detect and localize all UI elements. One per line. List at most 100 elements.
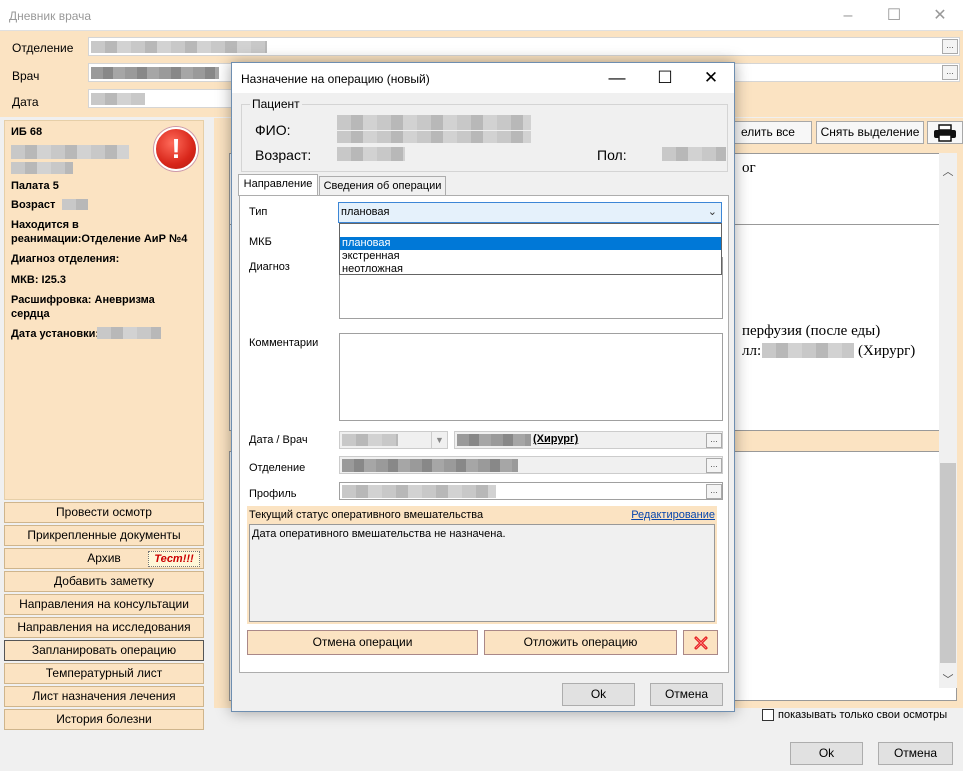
location: Находится в реанимации:Отделение АиР №4 <box>11 219 188 245</box>
scroll-up-icon[interactable]: ︿ <box>939 163 957 179</box>
alert-icon: ! <box>154 127 198 171</box>
surgery-referral-dialog: Назначение на операцию (новый) — ☐ ✕ Пац… <box>231 62 735 712</box>
cancel-operation-button[interactable]: Отмена операции <box>247 630 478 655</box>
delete-icon <box>694 636 707 650</box>
minimize-button[interactable]: – <box>825 0 871 31</box>
redacted-date <box>342 434 398 446</box>
redacted-date <box>97 327 161 339</box>
left-button-5[interactable]: Направления на исследования <box>4 617 204 638</box>
redacted-fio <box>337 131 531 143</box>
scroll-thumb[interactable] <box>940 463 956 663</box>
vertical-scrollbar[interactable]: ︿ ﹀ <box>939 153 957 688</box>
redacted-text <box>762 343 854 358</box>
redacted-doctor <box>457 434 531 446</box>
redacted-name <box>11 145 129 159</box>
type-option-emergency[interactable]: экстренная <box>340 250 721 263</box>
fio-label: ФИО: <box>255 122 291 138</box>
dialog-title-bar: Назначение на операцию (новый) — ☐ ✕ <box>232 63 734 93</box>
left-button-3[interactable]: Добавить заметку <box>4 571 204 592</box>
surgeon-tag: (Хирург) <box>533 433 579 445</box>
delete-button[interactable] <box>683 630 718 655</box>
department-label: Отделение <box>249 462 306 474</box>
age-label: Возраст: <box>255 147 312 163</box>
left-button-9[interactable]: История болезни <box>4 709 204 730</box>
title-bar: Дневник врача – ☐ ✕ <box>0 0 963 31</box>
redacted-text <box>91 93 145 105</box>
redacted-text <box>91 41 267 53</box>
scroll-down-icon[interactable]: ﹀ <box>939 671 957 687</box>
patient-group-label: Пациент <box>250 97 302 111</box>
ib-number: ИБ 68 <box>11 126 43 138</box>
comments-label: Комментарии <box>249 337 319 349</box>
ellipsis-icon[interactable]: ... <box>706 484 722 499</box>
dialog-ok-button[interactable]: Ok <box>562 683 635 706</box>
redacted-age <box>62 199 88 210</box>
left-button-1[interactable]: Прикрепленные документы <box>4 525 204 546</box>
redacted-sex <box>662 147 726 161</box>
type-select[interactable]: плановая ⌄ <box>338 202 722 223</box>
mkb-label: МКБ <box>249 236 272 248</box>
redacted-profile <box>342 485 496 498</box>
panel-text: лл: <box>742 343 762 359</box>
print-button[interactable] <box>927 121 963 144</box>
department-field[interactable]: ... <box>88 37 960 56</box>
date-label: Дата <box>12 95 39 109</box>
panel-text: (Хирург) <box>858 343 916 359</box>
redacted-age <box>337 147 405 161</box>
panel-text: ог <box>742 160 756 176</box>
cancel-button[interactable]: Отмена <box>878 742 953 765</box>
ellipsis-icon[interactable]: ... <box>706 458 722 473</box>
panel-text: перфузия (после еды) <box>742 323 881 339</box>
left-button-6[interactable]: Запланировать операцию <box>4 640 204 661</box>
chevron-down-icon[interactable]: ⌄ <box>708 205 717 218</box>
dialog-maximize-button[interactable]: ☐ <box>642 63 688 93</box>
ok-button[interactable]: Ok <box>790 742 863 765</box>
ellipsis-icon[interactable]: ... <box>942 39 958 54</box>
date-doctor-label: Дата / Врач <box>249 434 308 446</box>
type-select-value: плановая <box>341 206 390 218</box>
install-date-label: Дата установки: <box>11 328 100 340</box>
department-label: Отделение <box>12 41 74 55</box>
decoding: Расшифровка: Аневризма сердца <box>11 294 155 320</box>
left-button-7[interactable]: Температурный лист <box>4 663 204 684</box>
type-option-planned[interactable]: плановая <box>340 237 721 250</box>
redacted-name <box>11 162 73 174</box>
type-label: Тип <box>249 206 268 218</box>
left-button-4[interactable]: Направления на консультации <box>4 594 204 615</box>
edit-link[interactable]: Редактирование <box>631 509 715 521</box>
deselect-button[interactable]: Снять выделение <box>816 121 924 144</box>
ward: Палата 5 <box>11 180 59 192</box>
doctor-input[interactable]: (Хирург) ... <box>454 431 723 449</box>
department-input[interactable]: ... <box>339 456 723 474</box>
chevron-down-icon[interactable]: ▼ <box>431 432 447 448</box>
maximize-button[interactable]: ☐ <box>871 0 917 31</box>
comments-input[interactable] <box>339 333 723 421</box>
date-input[interactable]: ▼ <box>339 431 448 449</box>
age-label: Возраст <box>11 199 56 211</box>
tab-direction[interactable]: Направление <box>238 174 318 196</box>
profile-input[interactable]: ... <box>339 482 723 500</box>
postpone-operation-button[interactable]: Отложить операцию <box>484 630 677 655</box>
dialog-minimize-button[interactable]: — <box>594 63 640 93</box>
patient-group: Пациент ФИО: Возраст: Пол: <box>241 97 728 172</box>
select-all-button[interactable]: елить все <box>724 121 812 144</box>
left-button-8[interactable]: Лист назначения лечения <box>4 686 204 707</box>
diagnosis-label: Диагноз <box>249 261 290 273</box>
redacted-department <box>342 459 518 472</box>
window-title: Дневник врача <box>9 9 92 23</box>
only-my-exams-checkbox[interactable] <box>762 709 774 721</box>
dialog-title: Назначение на операцию (новый) <box>241 72 430 86</box>
dialog-close-button[interactable]: ✕ <box>688 63 734 93</box>
date-field[interactable] <box>88 89 233 108</box>
left-button-0[interactable]: Провести осмотр <box>4 502 204 523</box>
tab-operation-info[interactable]: Сведения об операции <box>319 176 446 196</box>
ellipsis-icon[interactable]: ... <box>706 433 722 448</box>
dialog-cancel-button[interactable]: Отмена <box>650 683 723 706</box>
type-dropdown-list: плановая экстренная неотложная <box>339 223 722 275</box>
close-button[interactable]: ✕ <box>917 0 963 31</box>
print-icon <box>934 124 956 142</box>
status-header: Текущий статус оперативного вмешательств… <box>249 509 484 521</box>
ellipsis-icon[interactable]: ... <box>942 65 958 80</box>
type-option-urgent[interactable]: неотложная <box>340 263 721 276</box>
redacted-fio <box>337 115 531 130</box>
